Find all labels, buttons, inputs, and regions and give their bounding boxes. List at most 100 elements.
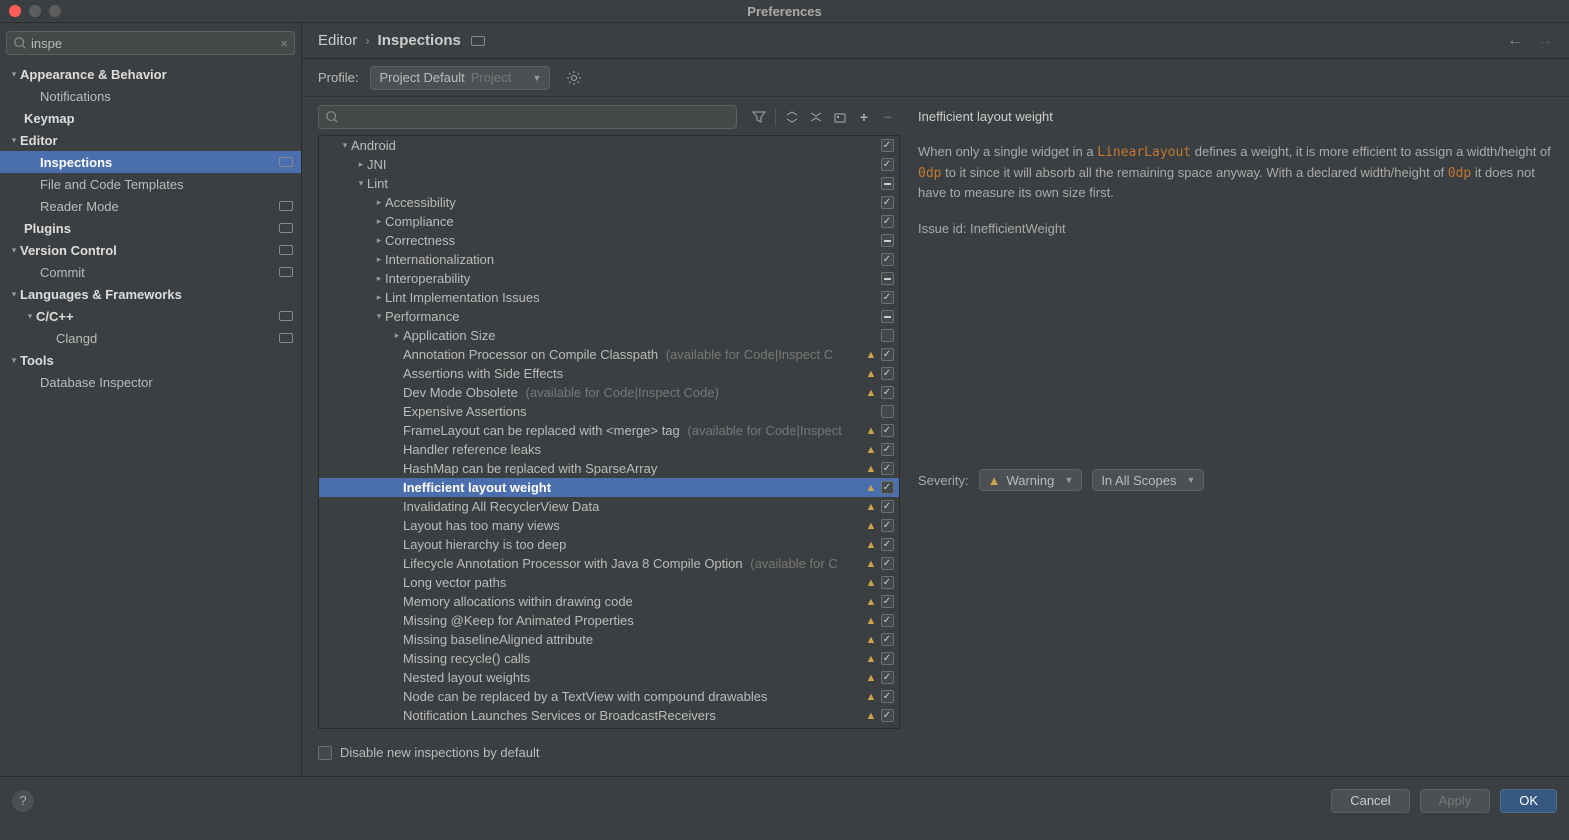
tree-row[interactable]: Dev Mode Obsolete (available for Code|In… bbox=[319, 383, 899, 402]
forward-icon[interactable]: → bbox=[1537, 32, 1553, 50]
tree-checkbox[interactable] bbox=[879, 424, 895, 437]
breadcrumb-parent[interactable]: Editor bbox=[318, 32, 357, 49]
tree-row[interactable]: Layout has too many views▲ bbox=[319, 516, 899, 535]
tree-row[interactable]: Lifecycle Annotation Processor with Java… bbox=[319, 554, 899, 573]
nav-item[interactable]: Plugins bbox=[0, 217, 301, 239]
tree-row[interactable]: Expensive Assertions bbox=[319, 402, 899, 421]
tree-row[interactable]: ▾Android bbox=[319, 136, 899, 155]
tree-checkbox[interactable] bbox=[879, 329, 895, 342]
tree-checkbox[interactable] bbox=[879, 367, 895, 380]
severity-select[interactable]: ▲ Warning ▼ bbox=[979, 469, 1083, 491]
tree-checkbox[interactable] bbox=[879, 177, 895, 190]
add-icon[interactable]: + bbox=[852, 105, 876, 129]
tree-checkbox[interactable] bbox=[879, 139, 895, 152]
nav-item[interactable]: ▾Languages & Frameworks bbox=[0, 283, 301, 305]
tree-checkbox[interactable] bbox=[879, 671, 895, 684]
tree-row[interactable]: Layout hierarchy is too deep▲ bbox=[319, 535, 899, 554]
tree-row[interactable]: Assertions with Side Effects▲ bbox=[319, 364, 899, 383]
tree-checkbox[interactable] bbox=[879, 196, 895, 209]
tree-checkbox[interactable] bbox=[879, 652, 895, 665]
ok-button[interactable]: OK bbox=[1500, 789, 1557, 813]
tree-checkbox[interactable] bbox=[879, 291, 895, 304]
tree-row[interactable]: ▸Correctness bbox=[319, 231, 899, 250]
tree-checkbox[interactable] bbox=[879, 158, 895, 171]
disable-checkbox[interactable] bbox=[318, 746, 332, 760]
tree-row[interactable]: ▸Internationalization bbox=[319, 250, 899, 269]
maximize-window-button[interactable] bbox=[49, 5, 61, 17]
nav-item[interactable]: Database Inspector bbox=[0, 371, 301, 393]
tree-checkbox[interactable] bbox=[879, 519, 895, 532]
tree-checkbox[interactable] bbox=[879, 310, 895, 323]
tree-checkbox[interactable] bbox=[879, 405, 895, 418]
nav-item[interactable]: ▾Version Control bbox=[0, 239, 301, 261]
tree-row[interactable]: ▸Accessibility bbox=[319, 193, 899, 212]
collapse-all-icon[interactable] bbox=[804, 105, 828, 129]
tree-checkbox[interactable] bbox=[879, 348, 895, 361]
tree-checkbox[interactable] bbox=[879, 709, 895, 722]
tree-row[interactable]: HashMap can be replaced with SparseArray… bbox=[319, 459, 899, 478]
minimize-window-button[interactable] bbox=[29, 5, 41, 17]
apply-button[interactable]: Apply bbox=[1420, 789, 1491, 813]
tree-search-input[interactable] bbox=[343, 110, 730, 125]
tree-row[interactable]: Node can be replaced by a TextView with … bbox=[319, 687, 899, 706]
reset-icon[interactable] bbox=[828, 105, 852, 129]
nav-item[interactable]: ▾Tools bbox=[0, 349, 301, 371]
tree-row[interactable]: ▾Performance bbox=[319, 307, 899, 326]
profile-select[interactable]: Project Default Project ▼ bbox=[370, 66, 550, 90]
back-icon[interactable]: ← bbox=[1507, 32, 1523, 50]
tree-checkbox[interactable] bbox=[879, 481, 895, 494]
tree-checkbox[interactable] bbox=[879, 234, 895, 247]
tree-search[interactable] bbox=[318, 105, 737, 129]
tree-checkbox[interactable] bbox=[879, 386, 895, 399]
tree-row[interactable]: Memory allocations within drawing code▲ bbox=[319, 592, 899, 611]
tree-row[interactable]: Invalidating All RecyclerView Data▲ bbox=[319, 497, 899, 516]
tree-checkbox[interactable] bbox=[879, 614, 895, 627]
nav-item[interactable]: ▾Editor bbox=[0, 129, 301, 151]
tree-row[interactable]: Annotation Processor on Compile Classpat… bbox=[319, 345, 899, 364]
expand-all-icon[interactable] bbox=[780, 105, 804, 129]
tree-row[interactable]: ▸Interoperability bbox=[319, 269, 899, 288]
tree-row[interactable]: ▸JNI bbox=[319, 155, 899, 174]
tree-checkbox[interactable] bbox=[879, 272, 895, 285]
tree-checkbox[interactable] bbox=[879, 462, 895, 475]
tree-checkbox[interactable] bbox=[879, 595, 895, 608]
gear-icon[interactable] bbox=[562, 66, 586, 90]
scope-select[interactable]: In All Scopes ▼ bbox=[1092, 469, 1204, 491]
tree-row[interactable]: Inefficient layout weight▲ bbox=[319, 478, 899, 497]
sidebar-search-input[interactable] bbox=[31, 36, 280, 51]
nav-item[interactable]: Reader Mode bbox=[0, 195, 301, 217]
nav-item[interactable]: Notifications bbox=[0, 85, 301, 107]
tree-row[interactable]: Missing recycle() calls▲ bbox=[319, 649, 899, 668]
tree-row[interactable]: Nested layout weights▲ bbox=[319, 668, 899, 687]
tree-row[interactable]: ▸Lint Implementation Issues bbox=[319, 288, 899, 307]
tree-checkbox[interactable] bbox=[879, 557, 895, 570]
nav-item[interactable]: Keymap bbox=[0, 107, 301, 129]
tree-row[interactable]: ▾Lint bbox=[319, 174, 899, 193]
tree-row[interactable]: Handler reference leaks▲ bbox=[319, 440, 899, 459]
tree-checkbox[interactable] bbox=[879, 443, 895, 456]
tree-checkbox[interactable] bbox=[879, 690, 895, 703]
remove-icon[interactable]: − bbox=[876, 105, 900, 129]
tree-checkbox[interactable] bbox=[879, 253, 895, 266]
tree-row[interactable]: ▸Compliance bbox=[319, 212, 899, 231]
close-window-button[interactable] bbox=[9, 5, 21, 17]
nav-item[interactable]: File and Code Templates bbox=[0, 173, 301, 195]
tree-row[interactable]: ▸Application Size bbox=[319, 326, 899, 345]
nav-item[interactable]: ▾Appearance & Behavior bbox=[0, 63, 301, 85]
inspections-tree[interactable]: ▾Android▸JNI▾Lint▸Accessibility▸Complian… bbox=[318, 135, 900, 729]
tree-checkbox[interactable] bbox=[879, 500, 895, 513]
tree-checkbox[interactable] bbox=[879, 538, 895, 551]
sidebar-search[interactable]: × bbox=[6, 31, 295, 55]
tree-checkbox[interactable] bbox=[879, 576, 895, 589]
tree-row[interactable]: Missing baselineAligned attribute▲ bbox=[319, 630, 899, 649]
nav-item[interactable]: Inspections bbox=[0, 151, 301, 173]
cancel-button[interactable]: Cancel bbox=[1331, 789, 1409, 813]
nav-item[interactable]: ▾C/C++ bbox=[0, 305, 301, 327]
tree-row[interactable]: Long vector paths▲ bbox=[319, 573, 899, 592]
tree-row[interactable]: Notification Launches Services or Broadc… bbox=[319, 706, 899, 725]
tree-checkbox[interactable] bbox=[879, 633, 895, 646]
tree-row[interactable]: FrameLayout can be replaced with <merge>… bbox=[319, 421, 899, 440]
tree-row[interactable]: Missing @Keep for Animated Properties▲ bbox=[319, 611, 899, 630]
tree-checkbox[interactable] bbox=[879, 215, 895, 228]
help-button[interactable]: ? bbox=[12, 790, 34, 812]
